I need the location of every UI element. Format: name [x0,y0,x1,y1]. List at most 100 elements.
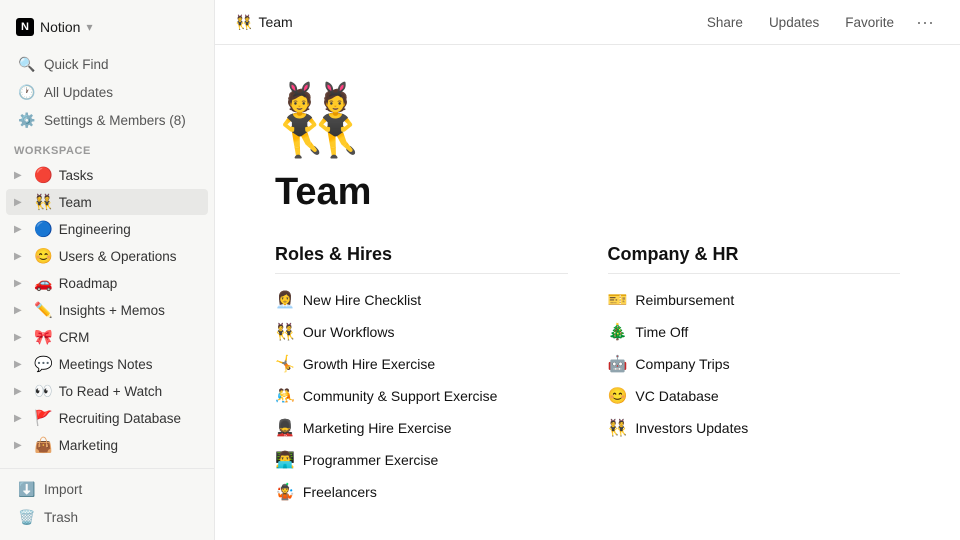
item-label: Time Off [635,324,688,340]
item-emoji: 🎄 [608,322,628,342]
trash-label: Trash [44,510,78,525]
roadmap-label: Roadmap [59,276,202,291]
item-emoji: 🤼 [275,386,295,406]
item-emoji: 👯 [608,418,628,438]
workspace-items: ▶ 🔴 Tasks ▶ 👯 Team ▶ 🔵 Engineering ▶ 😊 U… [0,161,214,459]
list-item[interactable]: 👨‍💻 Programmer Exercise [275,444,568,476]
sidebar-item-import[interactable]: ⬇️ Import [6,476,208,503]
sidebar-item-roadmap[interactable]: ▶ 🚗 Roadmap [6,270,208,296]
topbar: 👯 Team Share Updates Favorite ··· [215,0,960,45]
chevron-icon: ▶ [14,359,28,370]
sidebar-item-trash[interactable]: 🗑️ Trash [6,504,208,531]
sidebar-item-engineering[interactable]: ▶ 🔵 Engineering [6,216,208,242]
sidebar-nav-label: Settings & Members (8) [44,113,186,128]
sidebar-nav-label: Quick Find [44,57,109,72]
topbar-title-text: Team [258,14,292,30]
item-emoji: 🎫 [608,290,628,310]
marketing-label: Marketing [59,438,202,453]
item-label: Reimbursement [635,292,734,308]
updates-button[interactable]: Updates [759,11,829,34]
list-item[interactable]: 🤼 Community & Support Exercise [275,380,568,412]
crm-emoji: 🎀 [34,328,53,346]
list-item[interactable]: 🤹 Freelancers [275,476,568,508]
list-item[interactable]: 💂 Marketing Hire Exercise [275,412,568,444]
main-panel: 👯 Team Share Updates Favorite ··· 👯 Team… [215,0,960,540]
gear-icon: ⚙️ [18,112,36,129]
item-emoji: 🤹 [275,482,295,502]
users-ops-label: Users & Operations [59,249,202,264]
list-item[interactable]: 🤖 Company Trips [608,348,901,380]
share-button[interactable]: Share [697,11,753,34]
recruiting-label: Recruiting Database [59,411,202,426]
sidebar-item-crm[interactable]: ▶ 🎀 CRM [6,324,208,350]
chevron-icon: ▶ [14,224,28,235]
chevron-icon: ▶ [14,197,28,208]
sidebar-item-tasks[interactable]: ▶ 🔴 Tasks [6,162,208,188]
list-item[interactable]: 🎫 Reimbursement [608,284,901,316]
item-emoji: 😊 [608,386,628,406]
sidebar-item-meetings[interactable]: ▶ 💬 Meetings Notes [6,351,208,377]
page-title: Team [275,171,900,214]
list-item[interactable]: 👩‍💼 New Hire Checklist [275,284,568,316]
sidebar-nav-label: All Updates [44,85,113,100]
import-label: Import [44,482,82,497]
to-read-emoji: 👀 [34,382,53,400]
notion-logo: N [16,18,34,36]
engineering-label: Engineering [59,222,202,237]
list-item[interactable]: 🤸 Growth Hire Exercise [275,348,568,380]
sidebar-item-recruiting[interactable]: ▶ 🚩 Recruiting Database [6,405,208,431]
company-hr-list: 🎫 Reimbursement 🎄 Time Off 🤖 Company Tri… [608,284,901,444]
sidebar-item-team[interactable]: ▶ 👯 Team [6,189,208,215]
import-icon: ⬇️ [18,481,36,498]
chevron-icon: ▶ [14,170,28,181]
item-label: Our Workflows [303,324,395,340]
sidebar-item-to-read[interactable]: ▶ 👀 To Read + Watch [6,378,208,404]
item-label: VC Database [635,388,718,404]
sidebar-item-settings[interactable]: ⚙️ Settings & Members (8) [6,107,208,134]
item-label: Community & Support Exercise [303,388,498,404]
chevron-icon: ▶ [14,332,28,343]
search-icon: 🔍 [18,56,36,73]
more-options-button[interactable]: ··· [910,8,940,37]
topbar-actions: Share Updates Favorite ··· [697,8,940,37]
sidebar-item-quick-find[interactable]: 🔍 Quick Find [6,51,208,78]
brand-name: Notion [40,19,80,35]
sidebar: N Notion ▾ 🔍 Quick Find 🕐 All Updates ⚙️… [0,0,215,540]
item-label: New Hire Checklist [303,292,421,308]
chevron-icon: ▶ [14,305,28,316]
list-item[interactable]: 👯 Our Workflows [275,316,568,348]
meetings-emoji: 💬 [34,355,53,373]
company-hr-column: Company & HR 🎫 Reimbursement 🎄 Time Off … [608,244,901,508]
chevron-icon: ▶ [14,251,28,262]
users-ops-emoji: 😊 [34,247,53,265]
sidebar-item-insights[interactable]: ▶ ✏️ Insights + Memos [6,297,208,323]
insights-emoji: ✏️ [34,301,53,319]
item-emoji: 💂 [275,418,295,438]
list-item[interactable]: 👯 Investors Updates [608,412,901,444]
item-emoji: 🤸 [275,354,295,374]
team-label: Team [59,195,202,210]
meetings-label: Meetings Notes [59,357,202,372]
favorite-button[interactable]: Favorite [835,11,904,34]
list-item[interactable]: 😊 VC Database [608,380,901,412]
sidebar-item-all-updates[interactable]: 🕐 All Updates [6,79,208,106]
roles-hires-column: Roles & Hires 👩‍💼 New Hire Checklist 👯 O… [275,244,568,508]
sidebar-item-users-ops[interactable]: ▶ 😊 Users & Operations [6,243,208,269]
brand-button[interactable]: N Notion ▾ [8,12,206,42]
item-label: Growth Hire Exercise [303,356,435,372]
list-item[interactable]: 🎄 Time Off [608,316,901,348]
page-content: 👯 Team Roles & Hires 👩‍💼 New Hire Checkl… [215,45,960,540]
tasks-label: Tasks [59,168,202,183]
engineering-emoji: 🔵 [34,220,53,238]
team-emoji: 👯 [34,193,53,211]
item-emoji: 👨‍💻 [275,450,295,470]
sidebar-top: N Notion ▾ [0,8,214,50]
content-columns: Roles & Hires 👩‍💼 New Hire Checklist 👯 O… [275,244,900,508]
topbar-title: 👯 Team [235,14,293,31]
item-label: Investors Updates [635,420,748,436]
chevron-icon: ▶ [14,413,28,424]
topbar-emoji: 👯 [235,14,252,31]
sidebar-item-marketing[interactable]: ▶ 👜 Marketing [6,432,208,458]
company-hr-heading: Company & HR [608,244,901,274]
item-label: Programmer Exercise [303,452,438,468]
